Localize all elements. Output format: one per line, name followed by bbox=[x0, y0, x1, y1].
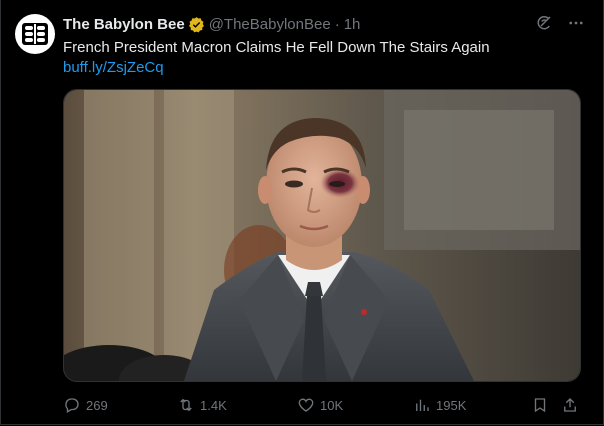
author-handle[interactable]: @TheBabylonBee bbox=[209, 16, 331, 33]
repost-icon bbox=[180, 398, 192, 412]
tweet-card[interactable]: The Babylon Bee @TheBabylonBee · 1h Fren… bbox=[0, 0, 604, 425]
views-count: 195K bbox=[436, 397, 467, 413]
reply-count: 269 bbox=[86, 397, 108, 413]
bookmark-icon bbox=[534, 398, 546, 413]
timestamp[interactable]: 1h bbox=[344, 16, 361, 33]
heart-icon bbox=[298, 398, 314, 412]
babylon-bee-logo-icon bbox=[22, 23, 48, 45]
more-icon[interactable] bbox=[567, 14, 585, 37]
tweet-header: The Babylon Bee @TheBabylonBee · 1h bbox=[63, 14, 360, 34]
share-button[interactable] bbox=[561, 394, 579, 416]
repost-count: 1.4K bbox=[200, 397, 227, 413]
author-name[interactable]: The Babylon Bee bbox=[63, 16, 185, 33]
bookmark-button[interactable] bbox=[531, 394, 549, 416]
avatar[interactable] bbox=[15, 14, 55, 54]
views-icon bbox=[416, 399, 429, 411]
macron-photo bbox=[64, 90, 580, 381]
verified-badge-icon[interactable] bbox=[188, 16, 205, 33]
views-button[interactable]: 195K bbox=[413, 394, 466, 416]
reply-icon bbox=[65, 398, 79, 413]
grok-icon[interactable] bbox=[535, 14, 553, 37]
tweet-top-actions bbox=[535, 14, 585, 37]
tweet-text: French President Macron Claims He Fell D… bbox=[63, 39, 490, 56]
repost-button[interactable]: 1.4K bbox=[177, 394, 227, 416]
reply-button[interactable]: 269 bbox=[63, 394, 108, 416]
tweet-actions: 269 1.4K 10K 195K bbox=[63, 394, 583, 416]
like-count: 10K bbox=[320, 397, 344, 413]
tweet-image[interactable] bbox=[63, 89, 581, 382]
separator-dot: · bbox=[334, 15, 340, 33]
tweet-link[interactable]: buff.ly/ZsjZeCq bbox=[63, 58, 164, 78]
like-button[interactable]: 10K bbox=[297, 394, 343, 416]
share-icon bbox=[564, 398, 576, 412]
